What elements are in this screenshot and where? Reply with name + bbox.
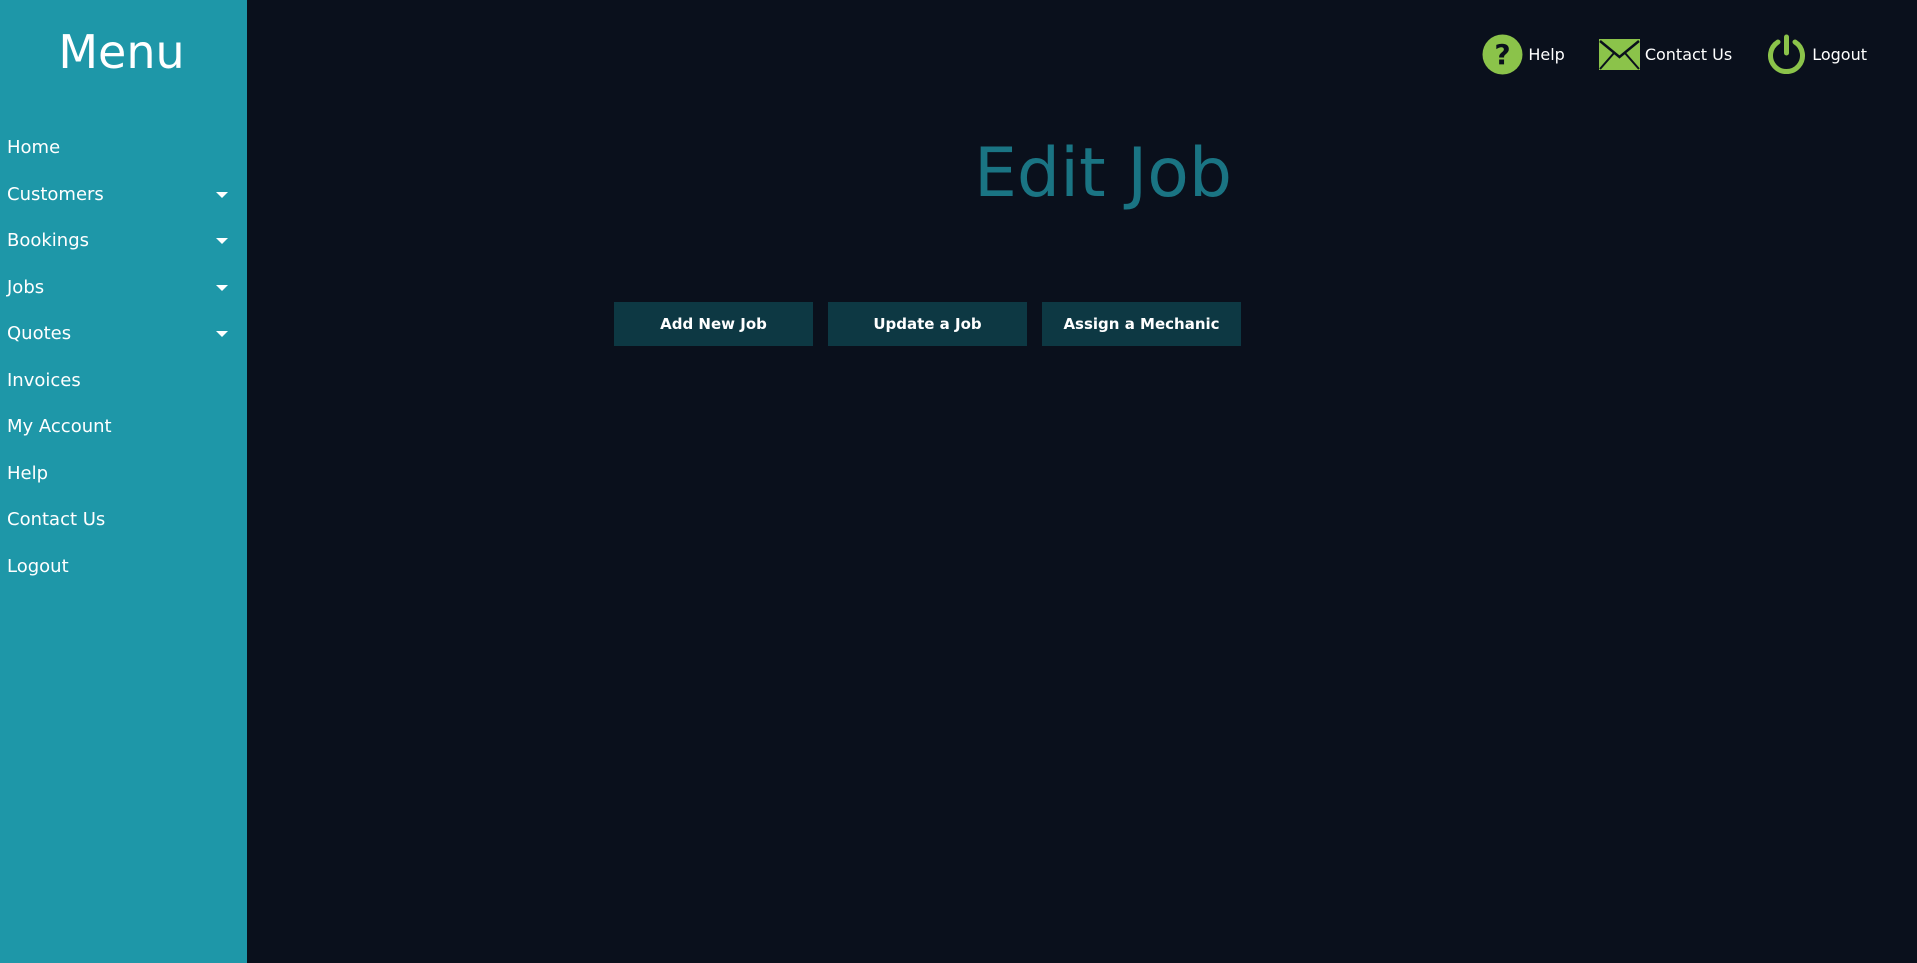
sidebar-item-customers[interactable]: Customers [0,175,247,222]
svg-text:?: ? [1495,38,1511,71]
caret-down-icon [216,331,228,337]
sidebar-item-label: Quotes [7,323,72,344]
contact-us-link-label: Contact Us [1644,44,1733,64]
sidebar-item-label: Bookings [7,230,90,251]
sidebar: Menu Home Customers Bookings Jobs Quotes… [0,0,247,963]
assign-mechanic-button[interactable]: Assign a Mechanic [1042,302,1241,346]
envelope-icon [1598,38,1640,70]
help-link-label: Help [1528,44,1565,64]
sidebar-item-help[interactable]: Help [0,454,247,501]
job-actions: Add New Job Update a Job Assign a Mechan… [614,302,1241,346]
logout-link-label: Logout [1812,44,1867,64]
sidebar-item-label: Contact Us [7,509,106,530]
add-new-job-button[interactable]: Add New Job [614,302,813,346]
caret-down-icon [216,284,228,291]
page-title: Edit Job [973,134,1233,213]
logout-link[interactable]: Logout [1766,34,1867,75]
sidebar-title: Menu [58,25,185,79]
sidebar-item-bookings[interactable]: Bookings [0,221,247,268]
help-icon: ? [1482,34,1523,74]
sidebar-item-label: Home [7,137,61,158]
help-link[interactable]: ? Help [1482,34,1565,75]
main-content: ? Help Contact Us Logout Edit Job Add Ne… [247,0,1917,963]
contact-us-link[interactable]: Contact Us [1598,38,1733,70]
sidebar-item-label: Customers [7,183,104,205]
sidebar-item-label: Logout [7,555,69,577]
sidebar-nav: Home Customers Bookings Jobs Quotes Invo… [0,128,247,593]
sidebar-item-invoices[interactable]: Invoices [0,361,247,408]
sidebar-item-jobs[interactable]: Jobs [0,268,247,315]
sidebar-item-my-account[interactable]: My Account [0,407,247,454]
sidebar-item-label: Invoices [7,369,81,391]
update-job-button[interactable]: Update a Job [828,302,1027,346]
sidebar-item-label: Jobs [7,276,45,298]
sidebar-item-label: My Account [7,416,112,437]
sidebar-item-quotes[interactable]: Quotes [0,314,247,361]
sidebar-item-logout[interactable]: Logout [0,547,247,594]
top-bar: ? Help Contact Us Logout [1448,32,1867,76]
caret-down-icon [216,238,228,244]
sidebar-item-home[interactable]: Home [0,128,247,175]
caret-down-icon [216,191,228,198]
sidebar-item-contact-us[interactable]: Contact Us [0,500,247,547]
page-title-wrap: Edit Job [247,132,1917,216]
sidebar-item-label: Help [7,462,49,484]
power-icon [1768,34,1806,74]
